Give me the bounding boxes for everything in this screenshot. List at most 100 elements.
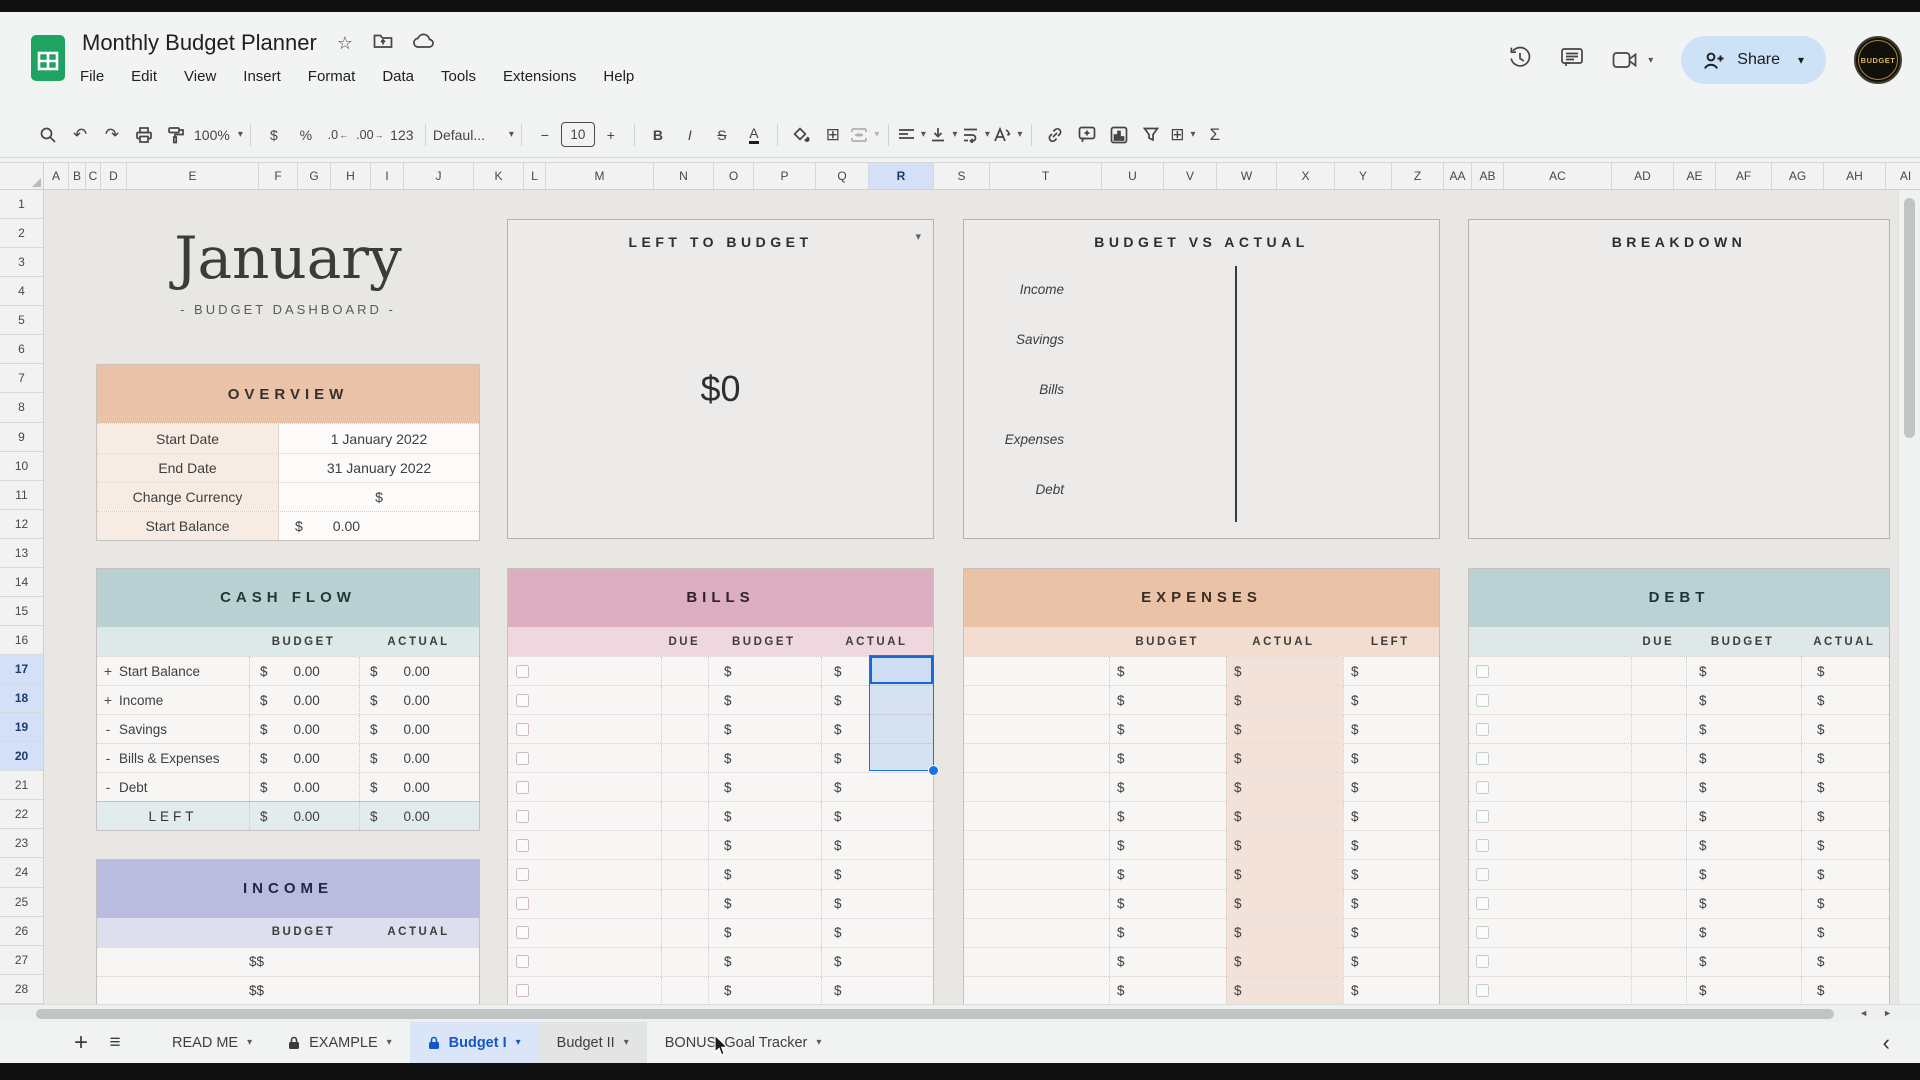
budget-cell[interactable]: $	[1109, 890, 1226, 918]
star-icon[interactable]: ☆	[337, 33, 353, 54]
left-cell[interactable]: $	[1343, 715, 1441, 743]
menu-item[interactable]: Insert	[243, 68, 281, 85]
column-header-W[interactable]: W	[1217, 163, 1277, 189]
scrollbar-thumb[interactable]	[36, 1009, 1834, 1019]
sheet-tab-bonus-goal-tracker[interactable]: BONUS: Goal Tracker ▾	[647, 1022, 840, 1063]
breakdown-chart[interactable]: BREAKDOWN	[1468, 219, 1890, 539]
overview-row-value[interactable]: $ 0.00	[279, 518, 479, 534]
budget-cell[interactable]: $	[249, 983, 257, 998]
left-cell[interactable]: $	[1343, 890, 1441, 918]
left-cell[interactable]: $	[1343, 657, 1441, 685]
name-cell[interactable]	[508, 948, 661, 976]
paint-format-button[interactable]	[160, 119, 192, 151]
add-sheet-button[interactable]: +	[64, 1029, 98, 1057]
overview-row-label[interactable]: Start Date	[97, 424, 279, 452]
column-label-budget[interactable]: BUDGET	[1109, 636, 1225, 648]
row-checkbox[interactable]	[516, 723, 529, 736]
name-cell[interactable]	[1469, 948, 1631, 976]
budget-cell[interactable]: $	[708, 977, 821, 1004]
actual-cell[interactable]: $	[821, 860, 935, 888]
column-header-Y[interactable]: Y	[1335, 163, 1392, 189]
row-header-28[interactable]: 28	[0, 975, 43, 1004]
due-cell[interactable]	[661, 860, 708, 888]
row-checkbox[interactable]	[516, 665, 529, 678]
due-cell[interactable]	[661, 744, 708, 772]
actual-cell[interactable]: $0.00	[359, 715, 481, 743]
row-checkbox[interactable]	[1476, 723, 1489, 736]
actual-cell[interactable]: $	[821, 890, 935, 918]
name-cell[interactable]	[964, 919, 1109, 947]
budget-cell[interactable]: $	[1109, 977, 1226, 1004]
name-cell[interactable]	[1469, 860, 1631, 888]
row-checkbox[interactable]	[1476, 984, 1489, 997]
row-header-13[interactable]: 13	[0, 539, 43, 568]
column-label-actual[interactable]: ACTUAL	[820, 636, 933, 648]
month-title-block[interactable]: January - BUDGET DASHBOARD -	[96, 224, 480, 317]
insert-chart-button[interactable]	[1103, 119, 1135, 151]
select-all-corner[interactable]	[0, 163, 44, 189]
tab-scroll-left-icon[interactable]: ‹	[1883, 1030, 1890, 1056]
row-checkbox[interactable]	[516, 752, 529, 765]
column-header-S[interactable]: S	[934, 163, 990, 189]
name-cell[interactable]	[964, 860, 1109, 888]
insert-comment-button[interactable]	[1071, 119, 1103, 151]
cloud-status-icon[interactable]	[413, 33, 435, 54]
column-header-J[interactable]: J	[404, 163, 474, 189]
move-folder-icon[interactable]	[373, 32, 393, 54]
name-cell[interactable]	[508, 686, 661, 714]
name-cell[interactable]	[508, 977, 661, 1004]
budget-cell[interactable]: $	[1686, 686, 1801, 714]
due-cell[interactable]	[1631, 919, 1686, 947]
row-checkbox[interactable]	[516, 868, 529, 881]
vertical-scrollbar[interactable]	[1898, 190, 1920, 1004]
row-header-21[interactable]: 21	[0, 771, 43, 800]
column-header-L[interactable]: L	[524, 163, 546, 189]
left-cell[interactable]: $	[1343, 802, 1441, 830]
actual-cell[interactable]: $0.00	[359, 773, 481, 801]
menu-item[interactable]: Extensions	[503, 68, 576, 85]
column-header-AG[interactable]: AG	[1772, 163, 1824, 189]
row-checkbox[interactable]	[1476, 926, 1489, 939]
column-label-budget[interactable]: BUDGET	[708, 636, 820, 648]
actual-cell[interactable]: $	[257, 983, 265, 998]
actual-cell[interactable]: $	[1226, 773, 1343, 801]
column-header-AB[interactable]: AB	[1472, 163, 1504, 189]
due-cell[interactable]	[1631, 977, 1686, 1004]
actual-cell[interactable]: $	[1801, 948, 1891, 976]
left-cell[interactable]: $	[1343, 919, 1441, 947]
row-checkbox[interactable]	[516, 839, 529, 852]
debt-header[interactable]: DEBT	[1469, 569, 1889, 627]
row-header-18[interactable]: 18	[0, 684, 43, 713]
actual-cell[interactable]: $	[821, 948, 935, 976]
row-checkbox[interactable]	[1476, 868, 1489, 881]
actual-cell[interactable]: $	[1226, 802, 1343, 830]
column-header-T[interactable]: T	[990, 163, 1102, 189]
overview-row-value[interactable]: 1 January 2022	[279, 431, 479, 447]
actual-cell[interactable]: $	[1226, 686, 1343, 714]
row-header-2[interactable]: 2	[0, 219, 43, 248]
sheet-tab-budget-2[interactable]: Budget II ▾	[539, 1022, 647, 1063]
row-label[interactable]: Debt	[119, 780, 249, 795]
due-cell[interactable]	[661, 919, 708, 947]
left-cell[interactable]: $	[1343, 860, 1441, 888]
left-cell[interactable]: $	[1343, 686, 1441, 714]
font-size-input[interactable]: 10	[561, 122, 595, 147]
row-checkbox[interactable]	[1476, 810, 1489, 823]
row-header-20[interactable]: 20	[0, 742, 43, 771]
create-filter-button[interactable]	[1135, 119, 1167, 151]
row-header-5[interactable]: 5	[0, 306, 43, 335]
row-header-8[interactable]: 8	[0, 393, 43, 422]
name-cell[interactable]	[508, 715, 661, 743]
actual-cell[interactable]: $	[1226, 860, 1343, 888]
undo-button[interactable]: ↶	[64, 119, 96, 151]
column-label-left[interactable]: LEFT	[1342, 636, 1439, 648]
column-header-AA[interactable]: AA	[1444, 163, 1472, 189]
row-header-10[interactable]: 10	[0, 452, 43, 481]
due-cell[interactable]	[1631, 686, 1686, 714]
row-header-27[interactable]: 27	[0, 946, 43, 975]
strikethrough-button[interactable]: S	[706, 119, 738, 151]
column-header-P[interactable]: P	[754, 163, 816, 189]
budget-cell[interactable]: $	[1109, 860, 1226, 888]
name-cell[interactable]	[1469, 802, 1631, 830]
row-header-1[interactable]: 1	[0, 190, 43, 219]
